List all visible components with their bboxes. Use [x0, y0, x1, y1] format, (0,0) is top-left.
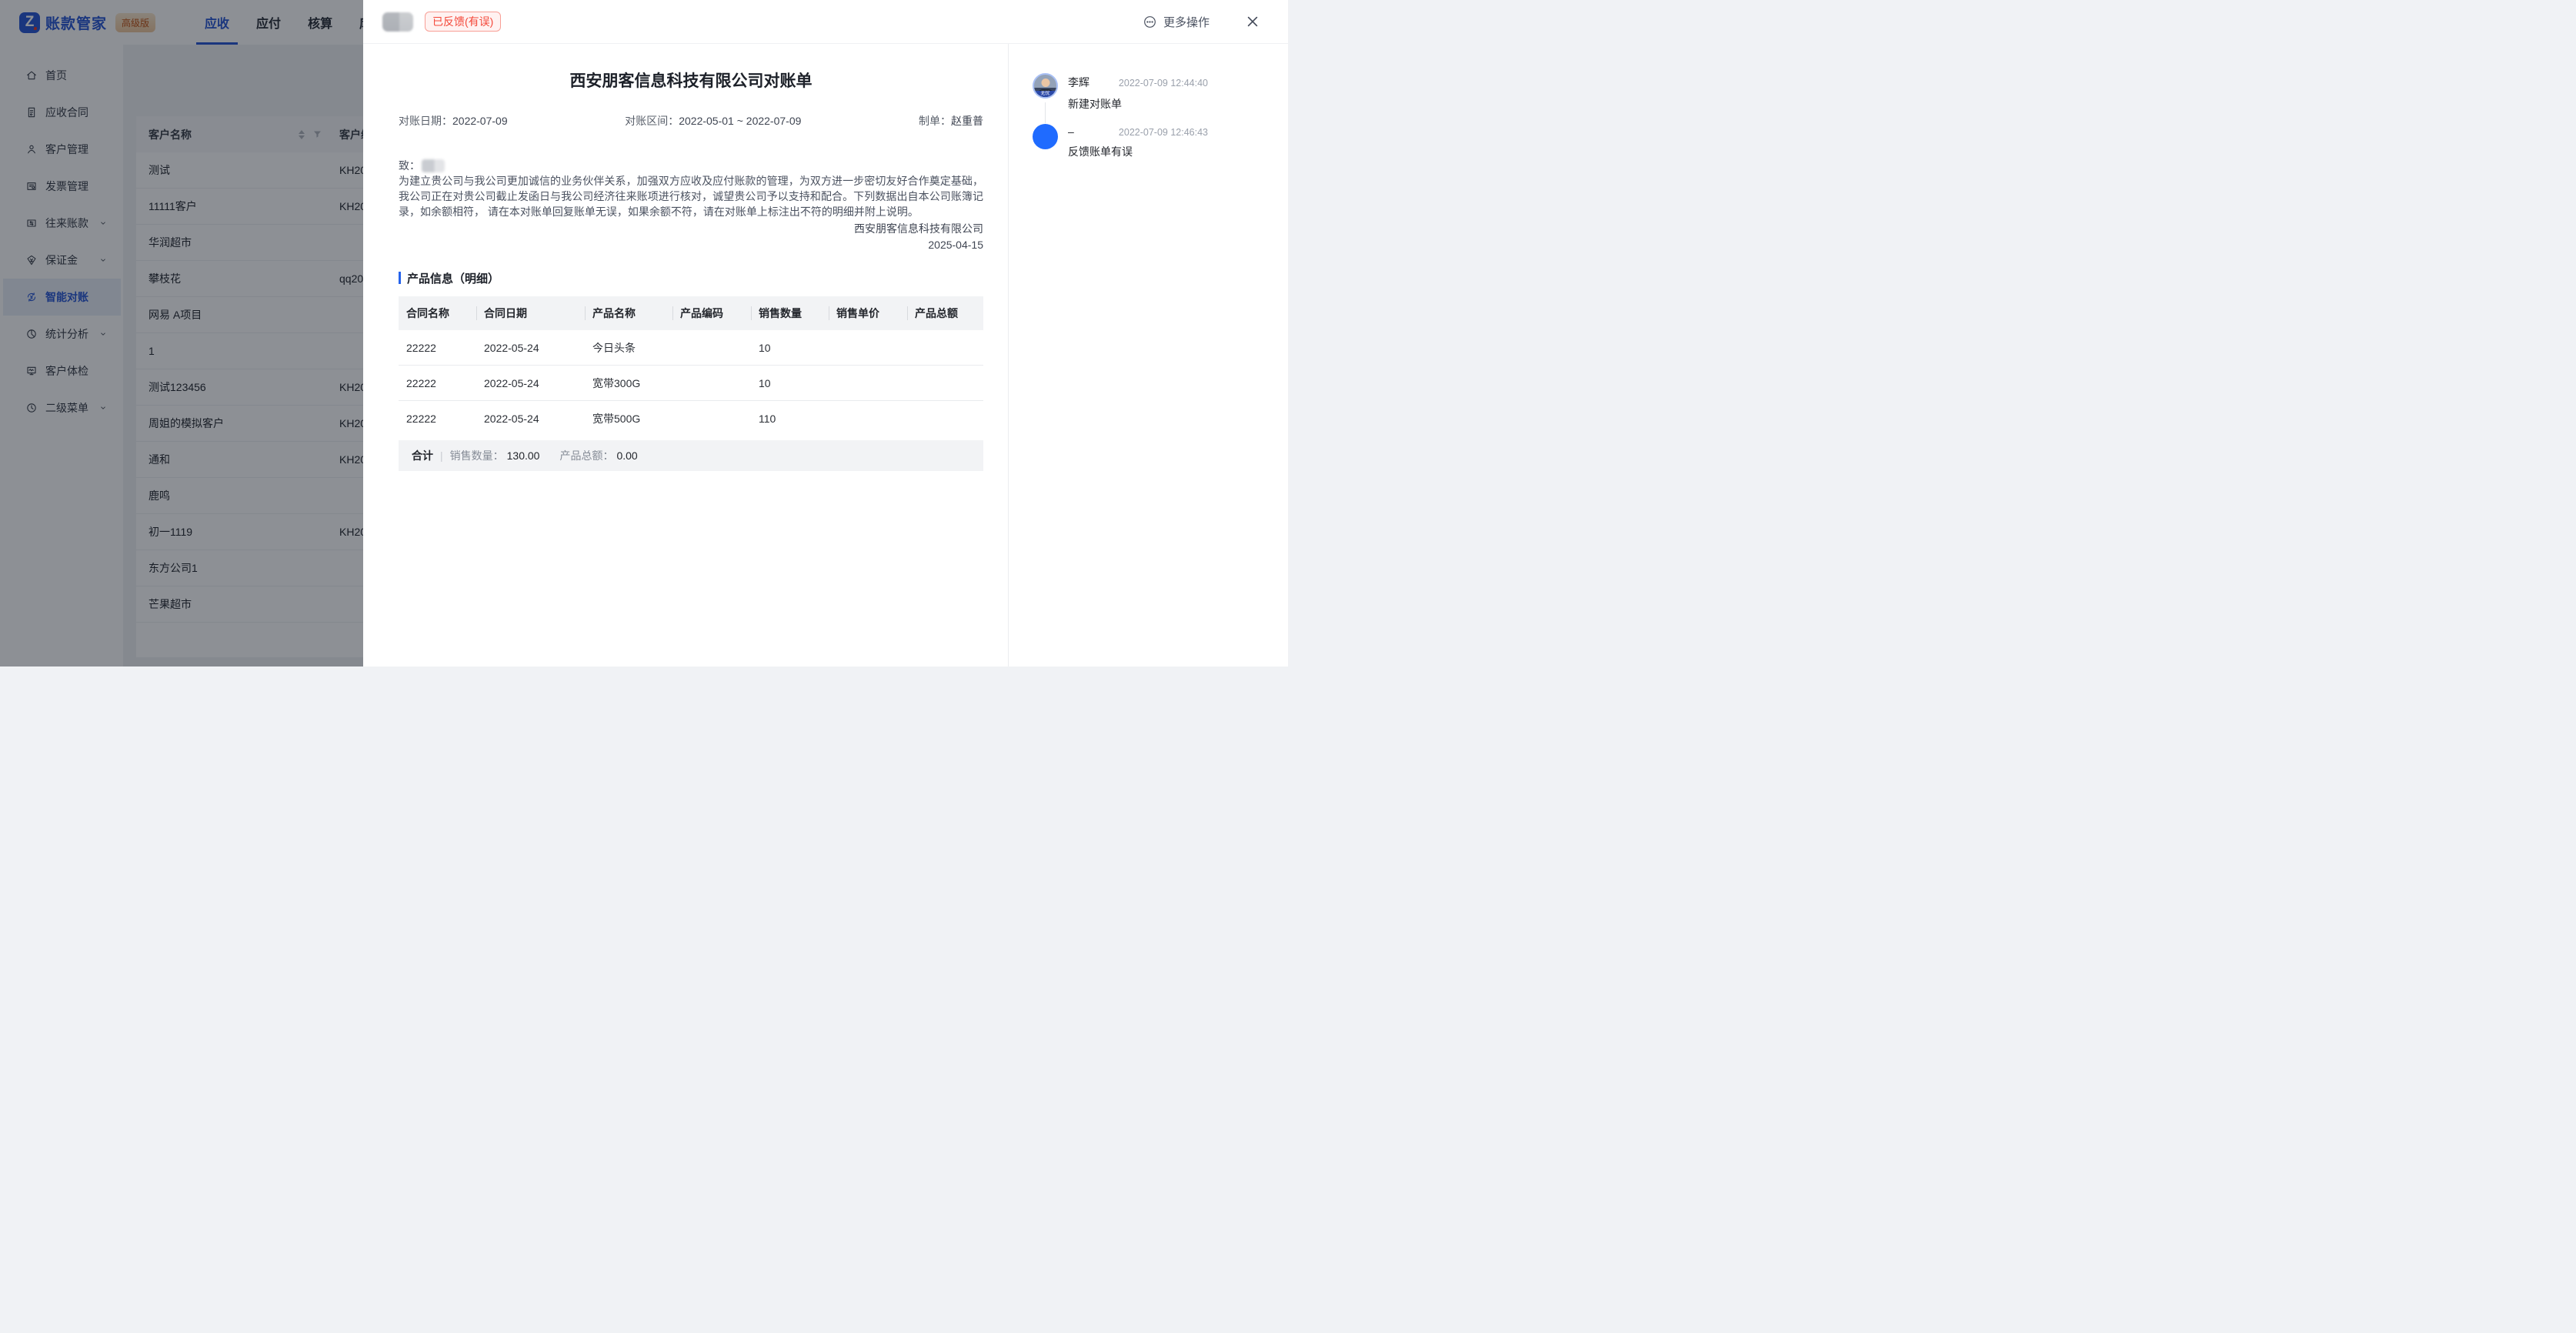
history-action: 新建对账单 — [1068, 96, 1208, 112]
statement-body-text: 为建立贵公司与我公司更加诚信的业务伙伴关系，加强双方应收及应付账款的管理，为双方… — [399, 173, 983, 219]
redacted-recipient — [422, 159, 445, 172]
product-cell: 宽带500G — [585, 411, 672, 426]
history-timeline: 无忧 李辉 2022-07-09 12:44:40 新建对账单 – 2022-07-09 … — [1008, 44, 1288, 666]
total-divider: | — [440, 449, 443, 462]
history-timestamp: 2022-07-09 12:44:40 — [1119, 78, 1208, 89]
product-table-rows: 222222022-05-24今日头条10222222022-05-24宽带30… — [399, 330, 983, 436]
product-cell: 110 — [751, 413, 829, 425]
more-actions-button[interactable]: 更多操作 — [1143, 14, 1210, 30]
product-cell: 10 — [751, 377, 829, 389]
statement-title: 西安朋客信息科技有限公司对账单 — [399, 70, 983, 93]
product-cell: 2022-05-24 — [476, 342, 585, 354]
close-icon — [1245, 14, 1260, 29]
product-cell: 今日头条 — [585, 340, 672, 356]
product-column-header: 合同日期 — [476, 296, 585, 330]
product-table-header: 合同名称合同日期产品名称产品编码销售数量销售单价产品总额 — [399, 296, 983, 330]
product-cell: 宽带300G — [585, 376, 672, 391]
history-action: 反馈账单有误 — [1068, 144, 1208, 159]
product-row: 222222022-05-24宽带300G 10 — [399, 366, 983, 401]
statement-date: 对账日期：2022-07-09 — [399, 113, 508, 129]
status-badge: 已反馈(有误) — [425, 12, 501, 32]
close-button[interactable] — [1245, 14, 1260, 29]
product-column-header: 销售单价 — [829, 296, 907, 330]
avatar-watermark: 无忧 — [1034, 91, 1056, 97]
issuer-company: 西安朋客信息科技有限公司 — [399, 221, 983, 236]
product-cell: 22222 — [399, 413, 476, 425]
reconciliation-drawer: 已反馈(有误) 更多操作 西安朋客信息科技有限公司对账单 对账日期：2022-0… — [363, 0, 1288, 666]
statement-range: 对账区间：2022-05-01 ~ 2022-07-09 — [625, 113, 801, 129]
user-avatar-placeholder — [1033, 124, 1058, 149]
product-column-header: 合同名称 — [399, 296, 476, 330]
product-column-header: 产品编码 — [672, 296, 751, 330]
product-cell: 10 — [751, 342, 829, 354]
statement-maker: 制单：赵重普 — [919, 113, 983, 129]
product-table-total: 合计 | 销售数量： 130.00 产品总额： 0.00 — [399, 440, 983, 471]
product-cell: 22222 — [399, 342, 476, 354]
redacted-customer-name — [382, 12, 413, 32]
product-row: 222222022-05-24今日头条 10 — [399, 330, 983, 366]
product-column-header: 产品名称 — [585, 296, 672, 330]
product-table: 合同名称合同日期产品名称产品编码销售数量销售单价产品总额 222222022-0… — [399, 296, 983, 471]
product-cell: 2022-05-24 — [476, 377, 585, 389]
issue-date: 2025-04-15 — [399, 237, 983, 252]
statement-document: 西安朋客信息科技有限公司对账单 对账日期：2022-07-09 对账区间：202… — [363, 44, 1008, 666]
history-user-name: – — [1068, 125, 1074, 138]
section-accent-bar — [399, 272, 401, 284]
product-column-header: 销售数量 — [751, 296, 829, 330]
history-user-name: 李辉 — [1068, 75, 1089, 90]
product-section-title: 产品信息（明细） — [399, 269, 983, 286]
statement-meta: 对账日期：2022-07-09 对账区间：2022-05-01 ~ 2022-0… — [399, 113, 983, 129]
product-cell: 2022-05-24 — [476, 413, 585, 425]
drawer-header: 已反馈(有误) 更多操作 — [363, 0, 1288, 44]
more-actions-label: 更多操作 — [1163, 14, 1210, 30]
product-cell: 22222 — [399, 377, 476, 389]
salutation-line: 致： — [399, 158, 983, 173]
product-column-header: 产品总额 — [907, 296, 983, 330]
user-avatar: 无忧 — [1033, 73, 1058, 99]
history-item: 无忧 李辉 2022-07-09 12:44:40 新建对账单 — [1033, 73, 1208, 112]
product-row: 222222022-05-24宽带500G 110 — [399, 401, 983, 436]
history-timestamp: 2022-07-09 12:46:43 — [1119, 127, 1208, 138]
more-icon — [1143, 15, 1157, 29]
history-item: – 2022-07-09 12:46:43 反馈账单有误 — [1033, 124, 1208, 159]
